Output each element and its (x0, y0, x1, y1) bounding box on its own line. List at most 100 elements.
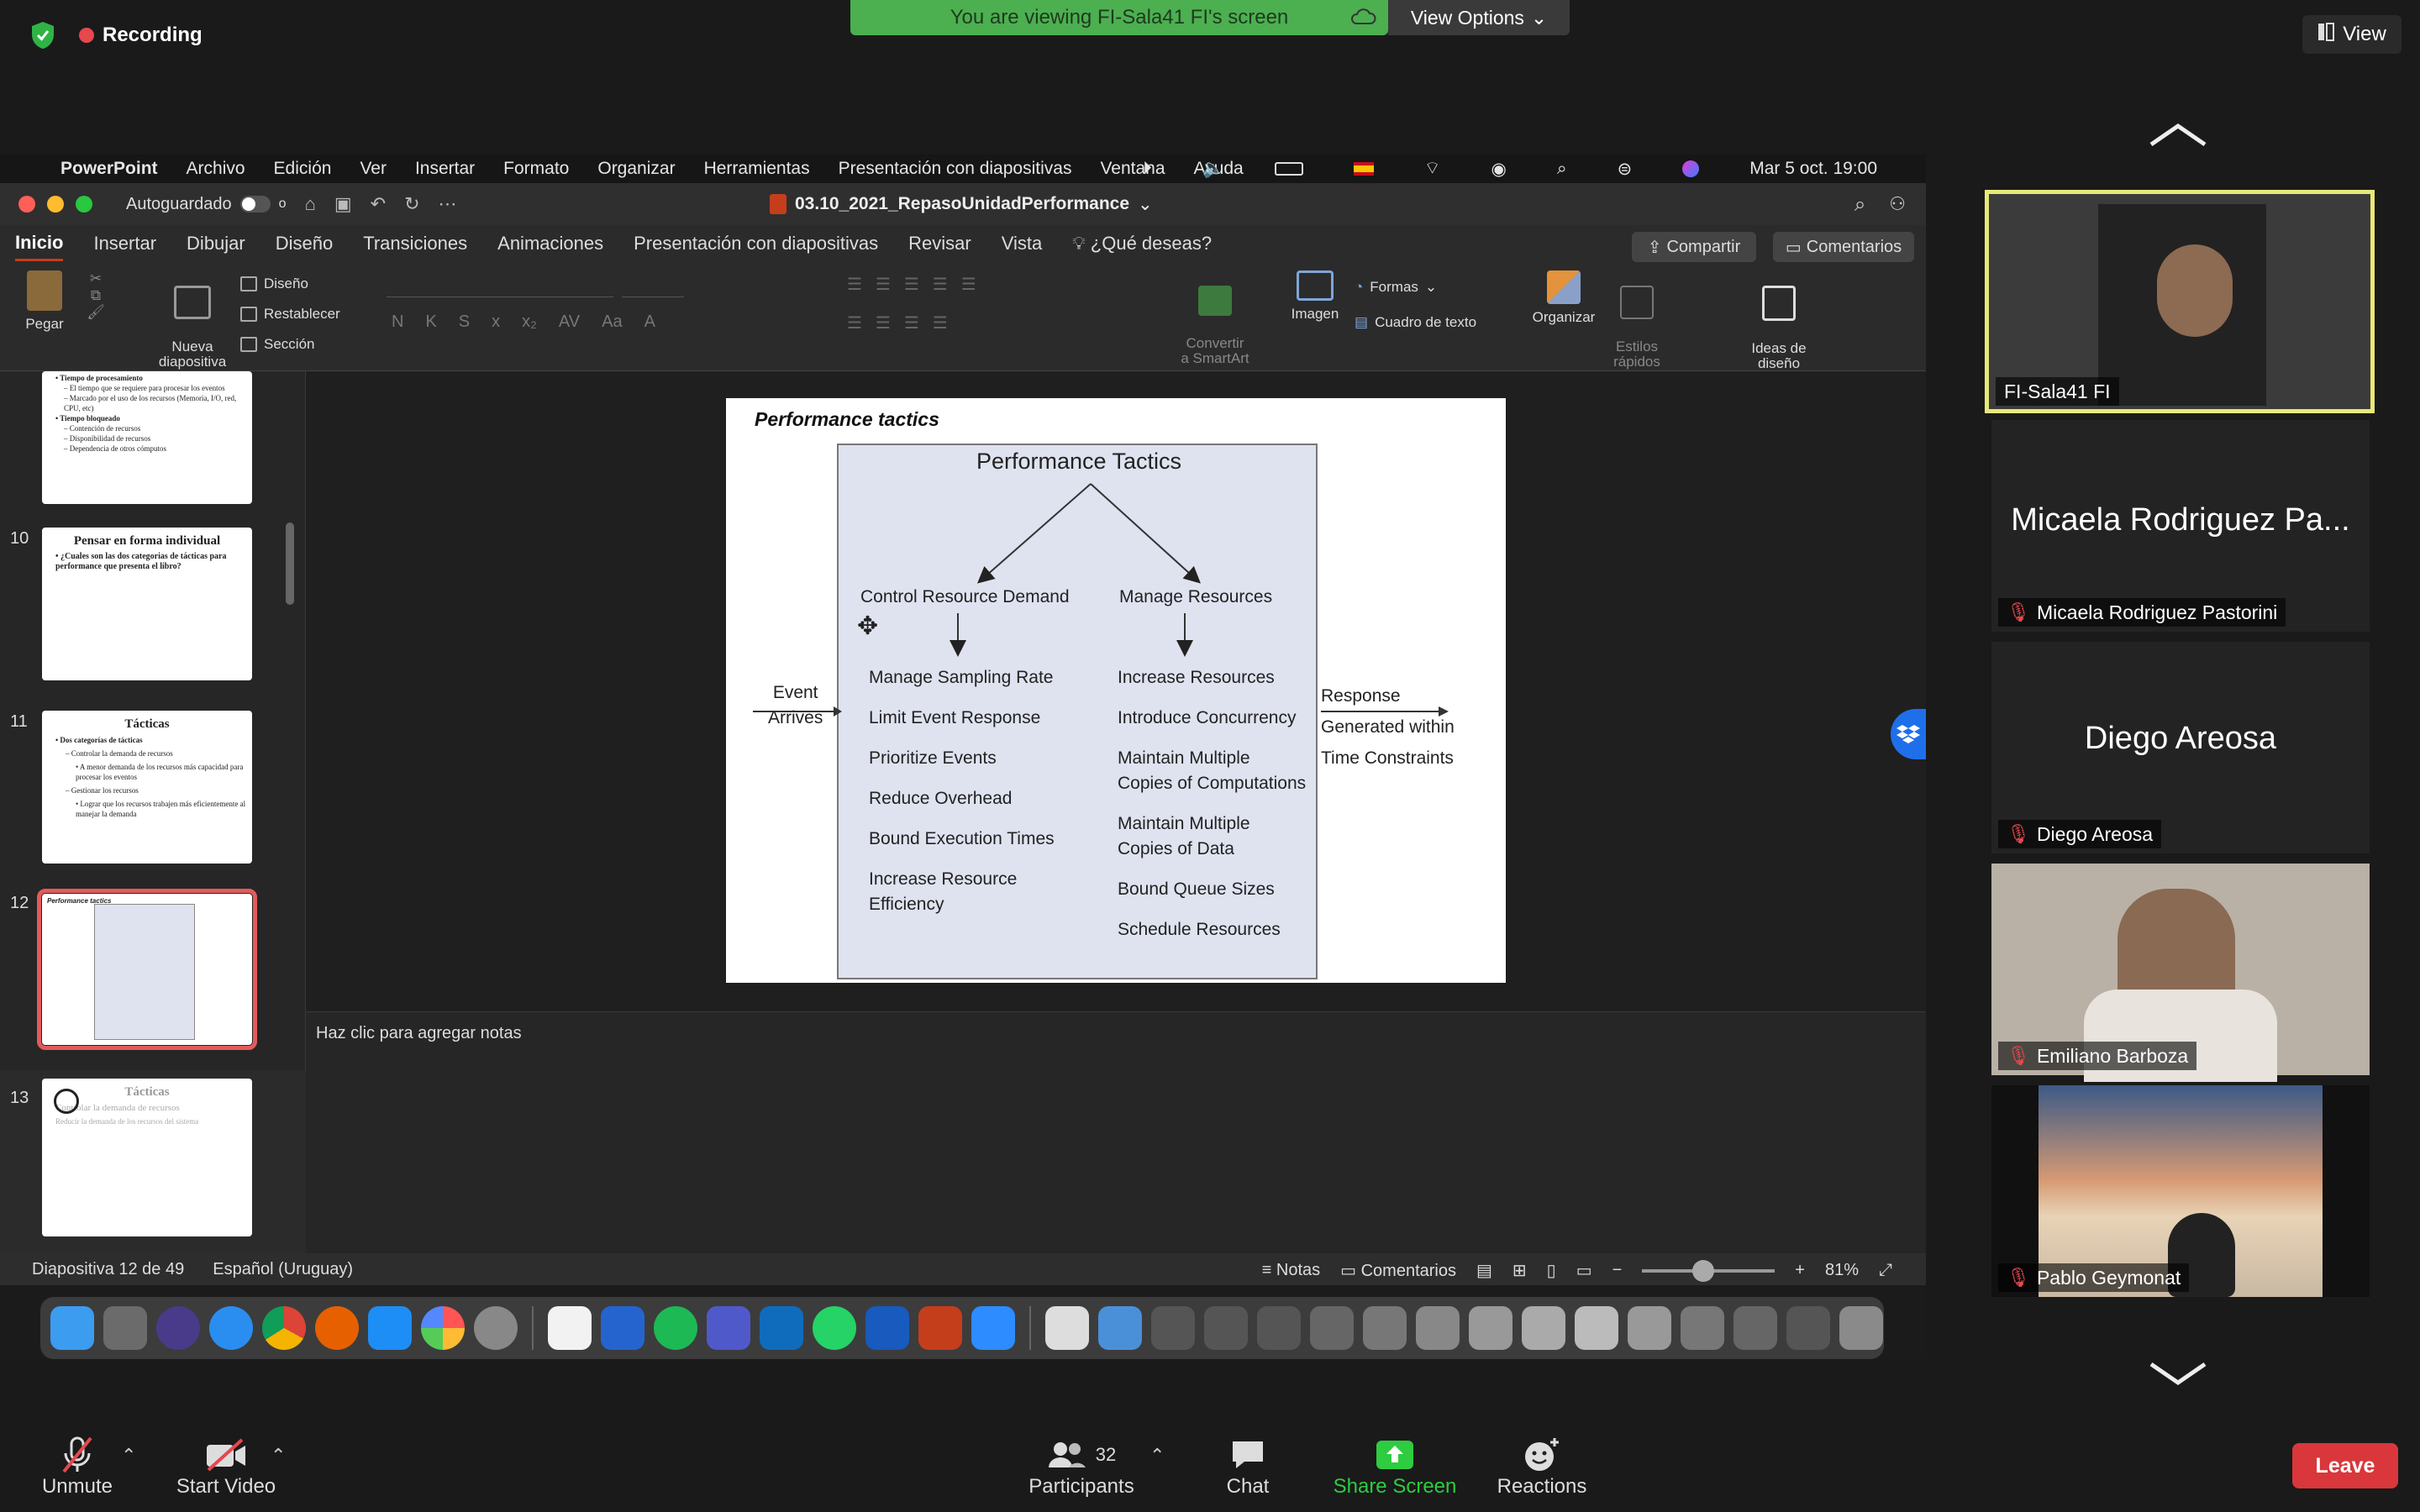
paste-button[interactable]: Pegar (17, 270, 72, 333)
slide-thumbnail-9[interactable]: • Tiempo de procesamiento – El tiempo qu… (42, 371, 252, 504)
menu-insertar[interactable]: Insertar (415, 159, 475, 179)
undo-icon[interactable]: ↶ (371, 193, 386, 215)
siri-icon[interactable] (1682, 160, 1700, 177)
shapes-button[interactable]: ◔ Formas ⌄ (1355, 279, 1437, 296)
slide-thumbnail-10[interactable]: Pensar en forma individual • ¿Cuales son… (42, 528, 252, 680)
design-ideas-button[interactable]: Ideas de diseño (1741, 270, 1817, 371)
autosave-control[interactable]: Autoguardado o (126, 195, 287, 214)
reading-view-icon[interactable]: ▯ (1547, 1260, 1556, 1281)
leave-button[interactable]: Leave (2292, 1443, 2398, 1488)
recent-doc-icon[interactable] (1786, 1306, 1830, 1350)
new-slide-button[interactable]: Nueva diapositiva (156, 270, 229, 370)
zoom-in-button[interactable]: + (1795, 1261, 1805, 1280)
slide-thumbnail-13[interactable]: Tácticas Controlar la demanda de recurso… (42, 1079, 252, 1236)
search-icon[interactable]: ⌕ (1854, 193, 1865, 217)
recent-doc-icon[interactable] (1575, 1306, 1618, 1350)
menu-organizar[interactable]: Organizar (597, 159, 675, 179)
outlook-icon[interactable] (760, 1306, 803, 1350)
menu-formato[interactable]: Formato (503, 159, 569, 179)
zoom-icon[interactable] (971, 1306, 1015, 1350)
word-icon[interactable] (865, 1306, 909, 1350)
format-painter-icon[interactable]: 🖌︎ (79, 304, 113, 321)
recent-doc-icon[interactable] (1628, 1306, 1671, 1350)
menu-edicion[interactable]: Edición (274, 159, 332, 179)
align-buttons[interactable]: ☰☰☰☰ (847, 312, 1116, 338)
play-icon[interactable]: ⏵ (1143, 159, 1152, 179)
menu-ver[interactable]: Ver (360, 159, 387, 179)
underline-button[interactable]: S (459, 312, 470, 332)
zoom-level[interactable]: 81% (1825, 1261, 1859, 1280)
start-video-button[interactable]: Start Video (170, 1435, 282, 1499)
cut-icon[interactable]: ✂ (79, 270, 113, 287)
app-store-icon[interactable] (368, 1306, 412, 1350)
tab-vista[interactable]: Vista (1002, 228, 1043, 260)
menu-app-name[interactable]: PowerPoint (60, 159, 158, 179)
recent-doc-icon[interactable] (1257, 1306, 1301, 1350)
zoom-slider[interactable] (1642, 1259, 1776, 1282)
tab-transiciones[interactable]: Transiciones (363, 228, 467, 260)
teams-icon[interactable] (707, 1306, 750, 1350)
case-button[interactable]: Aa (602, 312, 622, 332)
recent-doc-icon[interactable] (1310, 1306, 1354, 1350)
people-icon[interactable]: ⚇ (1889, 193, 1906, 217)
participant-tile[interactable]: 🎙︎ Emiliano Barboza (1991, 864, 2370, 1082)
participant-tile[interactable]: 🎙︎ Pablo Geymonat (1991, 1085, 2370, 1297)
volume-icon[interactable]: 🔈 (1202, 159, 1224, 179)
powerpoint-icon[interactable] (918, 1306, 962, 1350)
participant-tile[interactable]: Micaela Rodriguez Pa... 🎙︎ Micaela Rodri… (1991, 420, 2370, 632)
document-title[interactable]: 03.10_2021_RepasoUnidadPerformance ⌄ (770, 183, 1153, 225)
view-options-button[interactable]: View Options ⌄ (1388, 0, 1570, 35)
menu-archivo[interactable]: Archivo (187, 159, 245, 179)
security-shield-icon[interactable] (30, 21, 55, 50)
copy-icon[interactable]: ⧉ (79, 287, 113, 304)
sorter-view-icon[interactable]: ⊞ (1512, 1260, 1527, 1281)
comments-toggle[interactable]: ▭ Comentarios (1340, 1260, 1456, 1281)
layout-button[interactable]: Diseño (240, 276, 308, 292)
slideshow-view-icon[interactable]: ▭ (1576, 1260, 1592, 1281)
recent-doc-icon[interactable] (1151, 1306, 1195, 1350)
participant-tile[interactable]: Diego Areosa 🎙︎ Diego Areosa (1991, 642, 2370, 853)
share-button[interactable]: ⇪ Compartir (1632, 232, 1756, 262)
more-icon[interactable]: ⋯ (439, 193, 457, 215)
recent-doc-icon[interactable] (1469, 1306, 1512, 1350)
scroll-up-chevron-icon[interactable] (2148, 123, 2208, 148)
recording-status[interactable]: Recording (79, 24, 203, 47)
firefox-icon[interactable] (315, 1306, 359, 1350)
tell-me-box[interactable]: 💡︎ ¿Qué deseas? (1072, 228, 1212, 260)
finder-icon[interactable] (50, 1306, 94, 1350)
tab-revisar[interactable]: Revisar (908, 228, 971, 260)
tab-presentacion[interactable]: Presentación con diapositivas (634, 228, 878, 260)
strike-button[interactable]: x (492, 312, 500, 332)
trash-icon[interactable] (1839, 1306, 1883, 1350)
menubar-clock[interactable]: Mar 5 oct. 19:00 (1749, 159, 1877, 179)
share-screen-button[interactable]: Share Screen (1328, 1435, 1462, 1499)
applications-folder-icon[interactable] (1098, 1306, 1142, 1350)
recent-doc-icon[interactable] (1204, 1306, 1248, 1350)
zoom-slider-knob[interactable] (1692, 1259, 1715, 1282)
quick-styles-button[interactable]: Estilos rápidos (1602, 270, 1672, 370)
save-icon[interactable]: ▣ (334, 193, 352, 215)
bold-button[interactable]: N (392, 312, 403, 332)
minimize-window-icon[interactable] (47, 196, 64, 213)
flag-icon[interactable] (1353, 162, 1374, 176)
reset-button[interactable]: Restablecer (240, 306, 340, 323)
home-icon[interactable]: ⌂ (305, 193, 316, 215)
preview-doc-icon[interactable] (1045, 1306, 1089, 1350)
spacing-button[interactable]: AV (559, 312, 580, 332)
reactions-button[interactable]: Reactions (1492, 1435, 1591, 1499)
recent-doc-icon[interactable] (1733, 1306, 1777, 1350)
zoom-out-button[interactable]: − (1612, 1261, 1623, 1280)
whatsapp-icon[interactable] (813, 1306, 856, 1350)
thumbnail-scrollbar[interactable] (286, 522, 294, 605)
tab-animaciones[interactable]: Animaciones (497, 228, 603, 260)
textbox-button[interactable]: ▤ Cuadro de texto (1355, 314, 1476, 331)
tab-inicio[interactable]: Inicio (15, 227, 64, 261)
participants-button[interactable]: 32 Participants (1018, 1435, 1144, 1499)
subscript-button[interactable]: x₂ (522, 312, 537, 332)
comments-button[interactable]: ▭ Comentarios (1773, 232, 1914, 262)
siri-dock-icon[interactable] (156, 1306, 200, 1350)
photos-icon[interactable] (421, 1306, 465, 1350)
recent-doc-icon[interactable] (1522, 1306, 1565, 1350)
font-color-button[interactable]: A (644, 312, 655, 332)
italic-button[interactable]: K (425, 312, 436, 332)
